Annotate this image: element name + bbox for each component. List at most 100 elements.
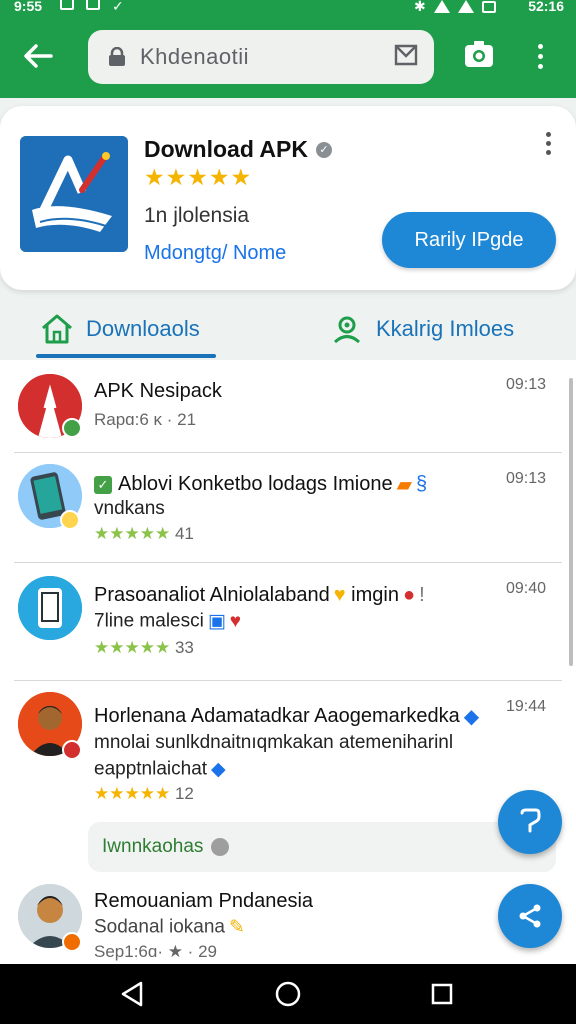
back-button[interactable] bbox=[18, 36, 58, 76]
status-badge-icon bbox=[62, 932, 82, 952]
shield-icon: ◆ bbox=[211, 759, 226, 780]
share-icon bbox=[519, 904, 541, 928]
gift-icon: ▣ bbox=[207, 611, 226, 632]
list-item-title: Horlenana Adamatadkar Aaogemarkedka ◆ bbox=[94, 704, 479, 729]
list-item-title: APK Nesipack bbox=[94, 380, 222, 402]
list-item-title: Remouaniam Pndanesia bbox=[94, 890, 314, 912]
heart-icon: ♥ bbox=[333, 584, 346, 607]
list-item-time: 09:13 bbox=[506, 470, 547, 487]
list-item-meta: ★★★★★ 41 bbox=[94, 524, 194, 544]
help-fab-button[interactable] bbox=[498, 790, 562, 854]
bluetooth-icon: ✱ bbox=[414, 0, 426, 14]
list-item[interactable]: ✓ Ablovi Konketbo lodags Imione ▰ § vndkans… bbox=[0, 452, 576, 562]
signal-icon bbox=[457, 0, 474, 13]
system-navigation-bar bbox=[0, 964, 576, 1024]
app-check-icon: ✓ bbox=[94, 475, 112, 494]
rating-stars: ★★★★★ bbox=[94, 638, 171, 657]
primary-action-button[interactable]: Rarily IPgde bbox=[382, 212, 556, 268]
status-battery-time: 52:16 bbox=[528, 0, 564, 14]
nav-back-button[interactable] bbox=[116, 978, 148, 1010]
gear-person-icon bbox=[333, 316, 361, 344]
dollar-icon: § bbox=[416, 473, 428, 495]
card-more-menu-button[interactable] bbox=[542, 132, 554, 158]
info-icon: ǃ bbox=[419, 584, 425, 607]
list-item-meta: Rapɑ:6 ĸ · 21 bbox=[94, 410, 197, 429]
app-title: Download APK ✓ bbox=[144, 136, 332, 163]
nav-recents-button[interactable] bbox=[426, 978, 458, 1010]
inline-chip[interactable]: Iwnnkaohas bbox=[88, 822, 556, 872]
wifi-icon bbox=[433, 0, 450, 13]
info-icon bbox=[211, 838, 230, 856]
status-time: 9:55 bbox=[14, 0, 43, 14]
list-item-meta: ★★★★★ 33 bbox=[94, 638, 194, 658]
home-icon bbox=[42, 314, 72, 344]
rating-stars: ★★★★★ bbox=[94, 524, 171, 543]
status-badge-icon bbox=[62, 740, 82, 760]
tab-other-label: Kkalrig Imloes bbox=[376, 316, 515, 341]
url-bar[interactable]: Khdenaotii bbox=[88, 30, 434, 84]
list-item-meta: Sep1:6ɑ· ★ · 29 bbox=[94, 942, 217, 961]
overflow-menu-button[interactable] bbox=[530, 38, 550, 74]
list-item-title: ✓ Ablovi Konketbo lodags Imione ▰ § bbox=[94, 472, 427, 497]
list-item-time: 09:13 bbox=[506, 376, 547, 393]
tab-downloads-label: Downloaols bbox=[86, 316, 200, 341]
list-item[interactable]: Prasoanaliot Alniolalaband ♥ imgin ● ǃ 7lin… bbox=[0, 562, 576, 680]
notification-download-icon bbox=[86, 0, 100, 10]
arrow-left-icon bbox=[24, 44, 53, 68]
list-item-subtitle-text: 7line malesci bbox=[94, 610, 204, 632]
app-developer-link[interactable]: Mdongtg/ Nome bbox=[144, 242, 286, 265]
share-fab-button[interactable] bbox=[498, 884, 562, 948]
circle-home-icon bbox=[275, 981, 301, 1007]
pencil-icon: ✎ bbox=[229, 917, 245, 938]
browser-chrome: 9:55 ✓ ✱ 52:16 Khdenaotii bbox=[0, 0, 576, 98]
list-item[interactable]: Remouaniam Pndanesia Sodanal iokana ✎ Sep… bbox=[0, 872, 576, 964]
notification-check-icon: ✓ bbox=[112, 0, 124, 14]
app-rating-stars: ★★★★★ bbox=[144, 164, 253, 190]
camera-icon bbox=[465, 41, 493, 67]
android-badge-icon bbox=[62, 418, 82, 438]
triangle-back-icon bbox=[121, 981, 143, 1007]
app-subtitle: 1n jlolensia bbox=[144, 204, 250, 227]
browser-toolbar: Khdenaotii bbox=[0, 22, 576, 92]
question-icon bbox=[520, 808, 541, 833]
camera-button[interactable] bbox=[462, 38, 498, 74]
list-item-subtitle-text: Sodanal iokana bbox=[94, 916, 225, 938]
rating-count: 33 bbox=[174, 638, 194, 657]
list-item-title-text: Horlenana Adamatadkar Aaogemarkedka bbox=[94, 704, 460, 727]
heart-red-icon: ♥ bbox=[229, 610, 242, 632]
tab-downloads[interactable]: Downloaols bbox=[40, 298, 200, 360]
square-recents-icon bbox=[431, 983, 453, 1005]
list-item-title-text: Prasoanaliot Alniolalaband bbox=[94, 584, 330, 606]
tab-other[interactable]: Kkalrig Imloes bbox=[330, 298, 514, 360]
chip-label: Iwnnkaohas bbox=[102, 836, 204, 857]
fire-icon: ▰ bbox=[396, 474, 413, 496]
list-item-subtitle-2-text: eapptnlaichat bbox=[94, 758, 208, 780]
nav-home-button[interactable] bbox=[272, 978, 304, 1010]
list-item-subtitle: mnolai sunlkdnaitnıqmkakan atemeniharinl bbox=[94, 732, 454, 753]
list-item-time: 19:44 bbox=[506, 698, 547, 715]
url-text: Khdenaotii bbox=[140, 44, 249, 69]
battery-icon bbox=[481, 0, 496, 13]
system-icons: ✱ bbox=[414, 0, 496, 15]
active-tab-indicator bbox=[36, 354, 216, 358]
list-item-subtitle: vndkans bbox=[94, 498, 165, 519]
rating-count: 12 bbox=[174, 784, 194, 803]
list-item-subtitle: 7line malesci ▣ ♥ bbox=[94, 610, 241, 633]
app-logo-icon[interactable] bbox=[20, 136, 128, 252]
phone-avatar bbox=[18, 576, 82, 640]
list-item-subtitle: Sodanal iokana ✎ bbox=[94, 916, 245, 939]
list-item[interactable]: Horlenana Adamatadkar Aaogemarkedka ◆ mno… bbox=[0, 680, 576, 820]
lock-icon bbox=[106, 46, 128, 68]
list-item-title: Prasoanaliot Alniolalaband ♥ imgin ● ǃ bbox=[94, 584, 425, 607]
status-badge-icon bbox=[60, 510, 80, 530]
notification-icons: ✓ bbox=[60, 0, 124, 15]
rating-stars: ★★★★★ bbox=[94, 784, 171, 803]
list-item-subtitle-2: eapptnlaichat ◆ bbox=[94, 758, 226, 781]
app-title-text: Download APK bbox=[144, 136, 308, 162]
app-card: Download APK ✓ ★★★★★ 1n jlolensia Mdongt… bbox=[0, 106, 576, 290]
rating-count: 41 bbox=[174, 524, 194, 543]
list-item-title-text: Ablovi Konketbo lodags Imione bbox=[118, 472, 393, 495]
tab-bar: Downloaols Kkalrig Imloes bbox=[0, 298, 576, 360]
mail-icon[interactable] bbox=[394, 44, 418, 71]
list-item[interactable]: APK Nesipack Rapɑ:6 ĸ · 21 09:13 bbox=[0, 362, 576, 452]
